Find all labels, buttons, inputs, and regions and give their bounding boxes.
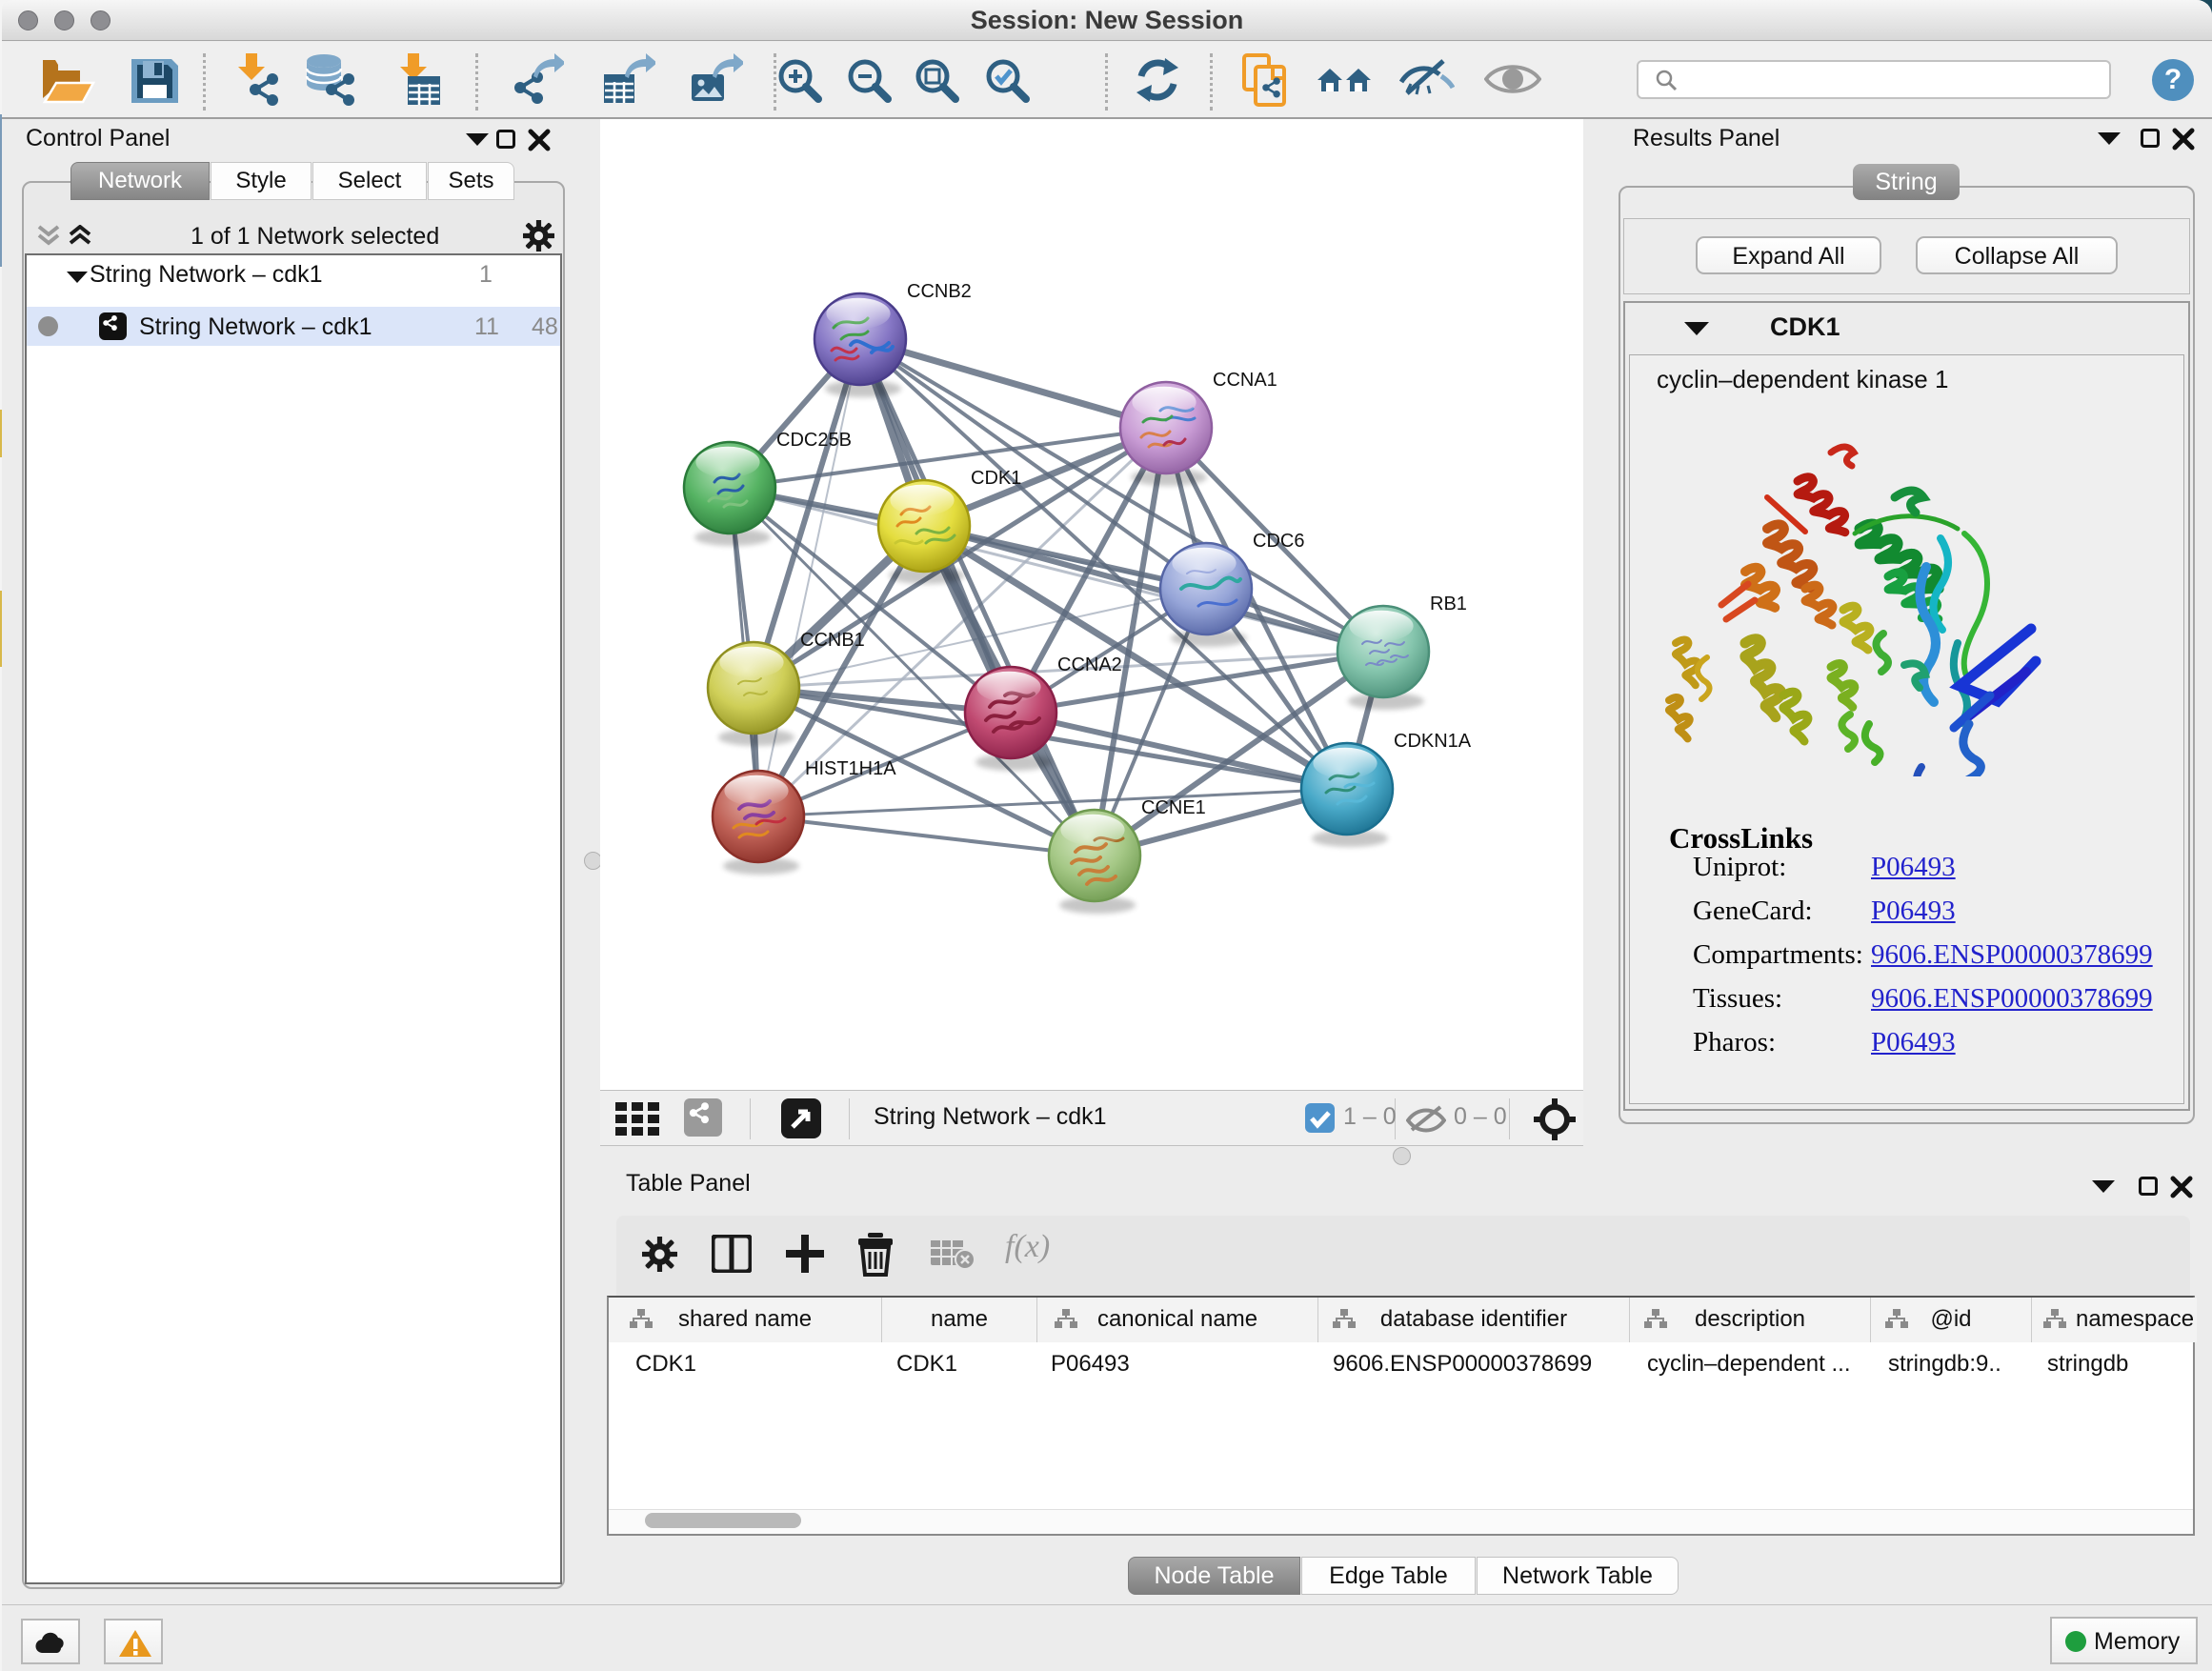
svg-text:CCNB2: CCNB2 (907, 281, 972, 302)
svg-text:HIST1H1A: HIST1H1A (805, 758, 896, 779)
svg-text:CCNA1: CCNA1 (1213, 370, 1277, 391)
svg-text:CDKN1A: CDKN1A (1394, 731, 1472, 752)
svg-text:CCNA2: CCNA2 (1057, 654, 1122, 675)
svg-text:CCNB1: CCNB1 (800, 630, 865, 651)
svg-text:CDC25B: CDC25B (776, 430, 852, 451)
svg-text:CDC6: CDC6 (1253, 531, 1304, 552)
svg-text:RB1: RB1 (1430, 594, 1467, 614)
svg-text:CCNE1: CCNE1 (1141, 797, 1206, 818)
svg-text:CDK1: CDK1 (971, 468, 1021, 489)
